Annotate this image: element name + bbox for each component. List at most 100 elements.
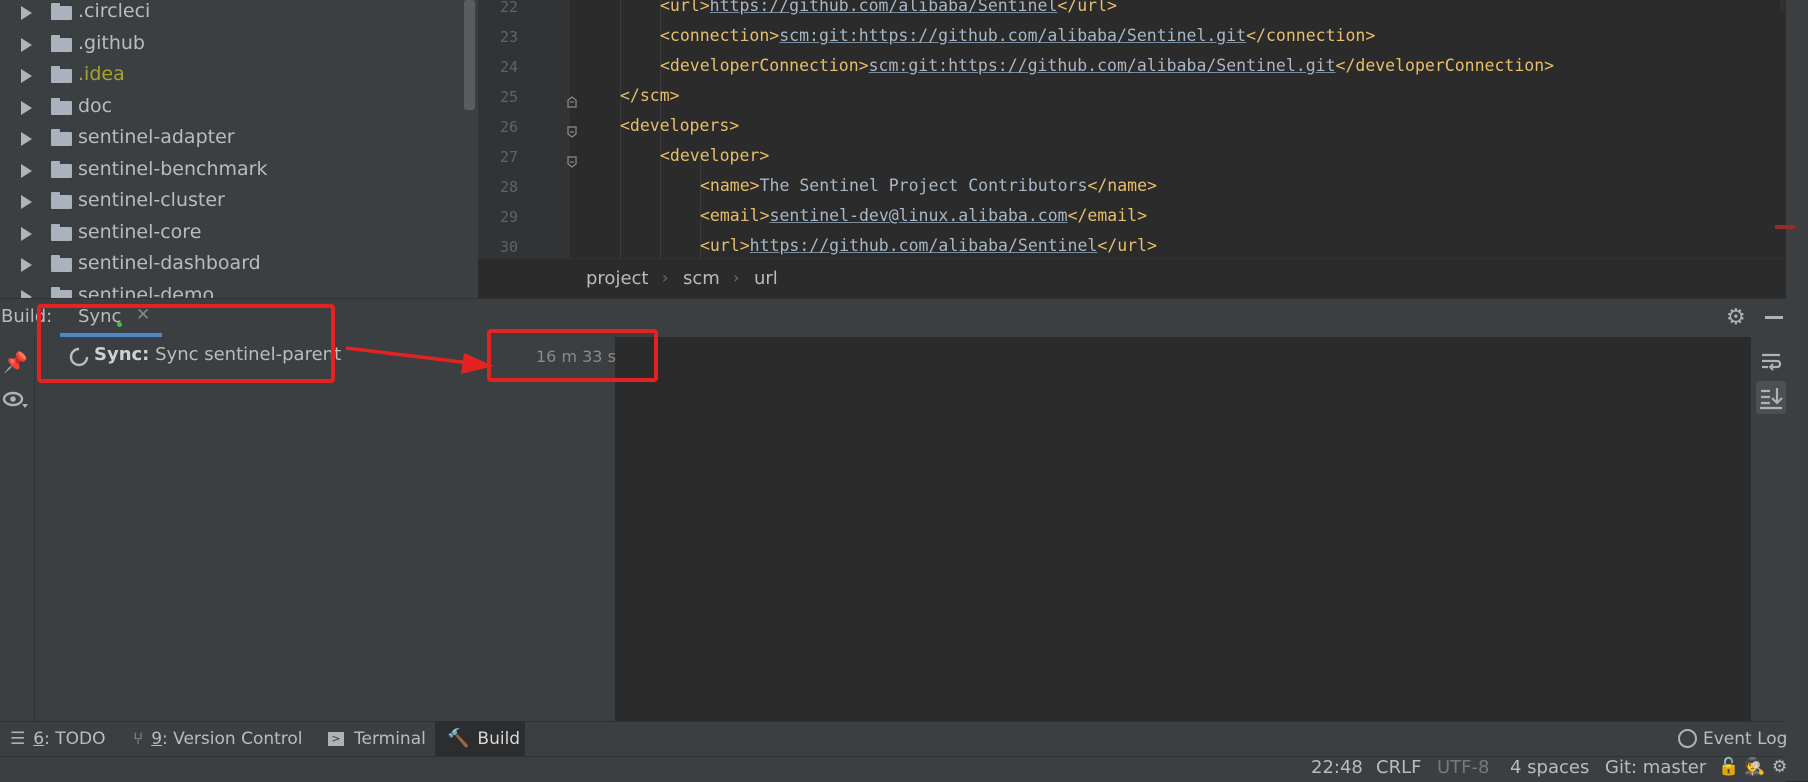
code-line[interactable]: <connection>scm:git:https://github.com/a… bbox=[660, 26, 1375, 45]
code-link[interactable]: https://github.com/alibaba/Sentinel bbox=[750, 236, 1098, 255]
code-line[interactable]: <url>https://github.com/alibaba/Sentinel… bbox=[660, 0, 1117, 15]
code-line[interactable]: <developer> bbox=[660, 146, 769, 165]
lock-icon[interactable]: 🔓 bbox=[1718, 757, 1739, 777]
expand-arrow-icon[interactable] bbox=[21, 132, 32, 146]
code-line[interactable]: <developerConnection>scm:git:https://git… bbox=[660, 56, 1554, 75]
expand-arrow-icon[interactable] bbox=[21, 163, 32, 178]
right-tool-strip bbox=[1786, 0, 1808, 781]
xml-close-tag: </name> bbox=[1087, 176, 1157, 195]
terminal-icon: > bbox=[328, 731, 344, 746]
expand-arrow-icon[interactable] bbox=[21, 258, 32, 272]
tree-item[interactable]: .github bbox=[0, 29, 470, 60]
folder-icon bbox=[51, 255, 72, 272]
breadcrumb-item-scm[interactable]: scm bbox=[683, 268, 720, 289]
code-link[interactable]: sentinel-dev@linux.alibaba.com bbox=[770, 206, 1068, 225]
tree-item-label: .github bbox=[78, 31, 145, 54]
code-editor[interactable]: <url>https://github.com/alibaba/Sentinel… bbox=[570, 0, 1780, 258]
tree-item-label: doc bbox=[78, 94, 113, 117]
line-number: 25 bbox=[499, 88, 518, 106]
error-stripe-marker[interactable] bbox=[1775, 225, 1795, 229]
tree-item-label: sentinel-cluster bbox=[78, 189, 225, 211]
expand-arrow-icon[interactable] bbox=[21, 226, 32, 241]
xml-open-tag: </scm> bbox=[620, 86, 680, 105]
fold-marker-icon[interactable] bbox=[567, 93, 577, 108]
expand-arrow-icon[interactable] bbox=[21, 37, 32, 52]
code-text: The Sentinel Project Contributors bbox=[759, 176, 1088, 195]
tree-item-label: sentinel-benchmark bbox=[78, 157, 268, 180]
breadcrumb-item-url[interactable]: url bbox=[754, 268, 778, 289]
event-log-label: Event Log bbox=[1703, 728, 1788, 749]
folder-icon bbox=[51, 34, 72, 52]
xml-open-tag: <url> bbox=[700, 236, 750, 255]
pin-icon[interactable]: 📌 bbox=[3, 350, 28, 374]
scroll-to-end-button[interactable] bbox=[1756, 381, 1786, 414]
xml-open-tag: <developers> bbox=[620, 116, 740, 135]
code-line[interactable]: <url>https://github.com/alibaba/Sentinel… bbox=[700, 236, 1157, 255]
minimize-icon[interactable] bbox=[1765, 316, 1783, 319]
expand-arrow-icon[interactable] bbox=[21, 69, 32, 83]
gear-icon[interactable]: ⚙ bbox=[1726, 305, 1746, 330]
line-number: 28 bbox=[499, 178, 518, 196]
terminal-tool-button[interactable]: > Terminal bbox=[328, 721, 426, 756]
callout-box-sync bbox=[37, 304, 335, 383]
line-number: 29 bbox=[499, 208, 518, 226]
expand-arrow-icon[interactable] bbox=[21, 195, 32, 209]
inspector-icon[interactable]: 🕵 bbox=[1744, 757, 1765, 777]
xml-open-tag: <email> bbox=[700, 206, 770, 225]
code-link[interactable]: scm:git:https://github.com/alibaba/Senti… bbox=[779, 26, 1246, 45]
breadcrumb-item-project[interactable]: project bbox=[586, 268, 648, 289]
todo-mnemonic: 6 bbox=[33, 728, 45, 749]
version-control-tool-button[interactable]: ⑂ 9: Version Control bbox=[133, 721, 303, 756]
line-separator[interactable]: CRLF bbox=[1376, 757, 1421, 778]
expand-arrow-icon[interactable] bbox=[21, 289, 32, 298]
project-tree: .circleci .github .idea doc sentinel-adapter… bbox=[0, 0, 478, 298]
code-line[interactable]: <developers> bbox=[620, 116, 739, 135]
version-control-label: : Version Control bbox=[162, 728, 303, 749]
xml-open-tag: <developer> bbox=[660, 146, 770, 165]
event-log-tool-button[interactable]: Event Log bbox=[1678, 721, 1787, 756]
todo-tool-button[interactable]: ☰ 6: TODO bbox=[10, 721, 105, 756]
line-number: 24 bbox=[499, 58, 518, 76]
tree-item[interactable]: .circleci bbox=[0, 0, 470, 28]
tree-item-label: sentinel-demo bbox=[78, 283, 215, 299]
tree-item-label: .idea bbox=[78, 63, 125, 85]
folder-icon bbox=[51, 223, 72, 241]
caret-position[interactable]: 22:48 bbox=[1311, 757, 1363, 778]
tree-item[interactable]: doc bbox=[0, 92, 470, 123]
branch-icon: ⑂ bbox=[133, 728, 144, 749]
fold-marker-icon[interactable] bbox=[567, 153, 577, 168]
git-branch[interactable]: Git: master bbox=[1605, 757, 1706, 778]
tree-item[interactable]: .idea bbox=[0, 60, 470, 91]
tree-item[interactable]: sentinel-adapter bbox=[0, 123, 470, 154]
code-line[interactable]: <name>The Sentinel Project Contributors<… bbox=[700, 176, 1157, 195]
line-number: 30 bbox=[499, 238, 518, 256]
tree-item[interactable]: sentinel-dashboard bbox=[0, 249, 470, 280]
line-number: 23 bbox=[499, 28, 518, 46]
xml-close-tag: </connection> bbox=[1246, 26, 1376, 45]
fold-marker-icon[interactable] bbox=[567, 123, 577, 138]
build-tool-button[interactable]: 🔨 Build bbox=[435, 721, 525, 756]
file-encoding[interactable]: UTF-8 bbox=[1437, 757, 1489, 778]
breadcrumb bbox=[478, 258, 1786, 299]
build-console[interactable] bbox=[615, 337, 1751, 721]
code-link[interactable]: https://github.com/alibaba/Sentinel bbox=[710, 0, 1058, 15]
code-line[interactable]: <email>sentinel-dev@linux.alibaba.com</e… bbox=[700, 206, 1147, 225]
tree-item[interactable]: sentinel-cluster bbox=[0, 186, 470, 217]
folder-icon bbox=[51, 97, 72, 115]
settings-icon[interactable]: ⚙ bbox=[1772, 757, 1787, 777]
tree-item[interactable]: sentinel-core bbox=[0, 218, 470, 249]
code-line[interactable]: </scm> bbox=[620, 86, 680, 105]
event-log-icon bbox=[1678, 729, 1697, 748]
soft-wrap-icon[interactable] bbox=[1760, 350, 1782, 372]
expand-arrow-icon[interactable] bbox=[21, 6, 32, 20]
expand-arrow-icon[interactable] bbox=[21, 100, 32, 115]
list-icon: ☰ bbox=[10, 728, 26, 749]
tree-item[interactable]: sentinel-demo bbox=[0, 281, 470, 299]
code-link[interactable]: scm:git:https://github.com/alibaba/Senti… bbox=[869, 56, 1336, 75]
eye-icon[interactable] bbox=[2, 389, 30, 413]
tree-item[interactable]: sentinel-benchmark bbox=[0, 155, 470, 186]
tree-item-label: sentinel-adapter bbox=[78, 126, 235, 148]
indent-setting[interactable]: 4 spaces bbox=[1510, 757, 1589, 778]
folder-icon bbox=[51, 160, 72, 178]
scroll-to-end-icon bbox=[1760, 388, 1783, 410]
